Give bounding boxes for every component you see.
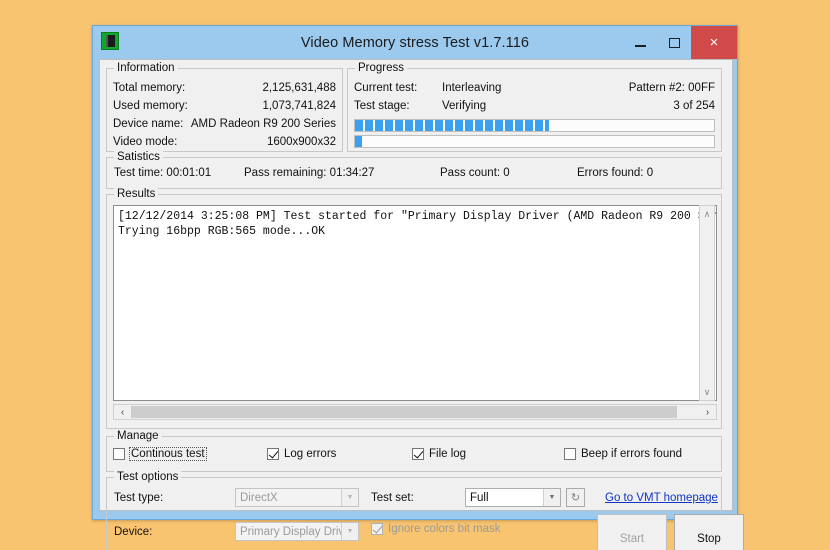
checkbox-file-log-label: File log xyxy=(429,448,466,460)
scroll-up-icon[interactable]: ∧ xyxy=(700,207,714,221)
close-button[interactable]: × xyxy=(691,26,737,59)
progress-bar-secondary-fill xyxy=(355,136,362,147)
checkbox-continous-test[interactable]: Continous test xyxy=(113,448,206,460)
checkbox-box[interactable] xyxy=(564,448,576,460)
device-label: Device: xyxy=(114,526,152,538)
test-type-value: DirectX xyxy=(236,492,341,504)
device-name-value: AMD Radeon R9 200 Series xyxy=(191,118,336,130)
current-test-value: Interleaving xyxy=(442,82,501,94)
test-set-label: Test set: xyxy=(371,492,414,504)
checkbox-ignore-colors-label: Ignore colors bit mask xyxy=(388,523,501,535)
test-options-group: Test options Test type: DirectX ▼ Test s… xyxy=(106,477,722,550)
test-type-label: Test type: xyxy=(114,492,163,504)
test-time-stat: Test time: 00:01:01 xyxy=(114,167,211,179)
stop-button[interactable]: Stop xyxy=(674,514,744,550)
refresh-button[interactable]: ↻ xyxy=(566,488,585,507)
device-value: Primary Display Driv xyxy=(236,526,341,538)
progress-bar-primary xyxy=(354,119,715,132)
results-log-textarea[interactable]: [12/12/2014 3:25:08 PM] Test started for… xyxy=(113,205,717,401)
checkbox-log-errors-label: Log errors xyxy=(284,448,336,460)
errors-found-value: 0 xyxy=(647,167,653,179)
pass-remaining-stat: Pass remaining: 01:34:27 xyxy=(244,167,374,179)
current-test-row: Current test: Interleaving Pattern #2: 0… xyxy=(354,81,715,98)
errors-found-stat: Errors found: 0 xyxy=(577,167,653,179)
chevron-down-icon[interactable]: ▼ xyxy=(341,523,358,540)
pass-count-label: Pass count: xyxy=(440,167,500,179)
total-memory-value: 2,125,631,488 xyxy=(262,82,336,94)
test-options-legend: Test options xyxy=(114,471,181,483)
test-stage-value: Verifying xyxy=(442,100,486,112)
checkbox-box[interactable] xyxy=(267,448,279,460)
information-legend: Information xyxy=(114,62,178,74)
checkbox-box[interactable] xyxy=(113,448,125,460)
manage-legend: Manage xyxy=(114,430,162,442)
test-set-value: Full xyxy=(466,492,543,504)
progress-group: Progress Current test: Interleaving Patt… xyxy=(347,68,722,152)
checkbox-ignore-colors-bit-mask[interactable]: Ignore colors bit mask xyxy=(371,523,501,535)
progress-legend: Progress xyxy=(355,62,407,74)
scroll-right-icon[interactable]: › xyxy=(700,405,715,419)
video-mode-value: 1600x900x32 xyxy=(267,136,336,148)
pass-count-stat: Pass count: 0 xyxy=(440,167,510,179)
results-horizontal-scrollbar[interactable]: ‹ › xyxy=(113,404,717,420)
current-test-label: Current test: xyxy=(354,82,417,94)
device-combobox[interactable]: Primary Display Driv ▼ xyxy=(235,522,359,541)
table-row: Video mode: 1600x900x32 xyxy=(113,135,336,152)
start-button[interactable]: Start xyxy=(597,514,667,550)
chevron-down-icon[interactable]: ▼ xyxy=(543,489,560,506)
results-group: Results [12/12/2014 3:25:08 PM] Test sta… xyxy=(106,194,722,429)
results-legend: Results xyxy=(114,188,158,200)
information-group: Information Total memory: 2,125,631,488 … xyxy=(106,68,343,152)
window-controls: × xyxy=(623,26,737,59)
app-window: Video Memory stress Test v1.7.116 × Info… xyxy=(92,25,738,520)
client-area: Information Total memory: 2,125,631,488 … xyxy=(99,59,733,511)
errors-found-label: Errors found: xyxy=(577,167,643,179)
checkbox-log-errors[interactable]: Log errors xyxy=(267,448,336,460)
chevron-down-icon[interactable]: ▼ xyxy=(341,489,358,506)
checkbox-box[interactable] xyxy=(412,448,424,460)
page-background: Video Memory stress Test v1.7.116 × Info… xyxy=(0,0,830,550)
manage-group: Manage Continous test Log errors File lo… xyxy=(106,436,722,472)
vmt-app-icon xyxy=(101,32,119,50)
progress-bar-primary-fill xyxy=(355,120,549,131)
pass-count-value: 0 xyxy=(503,167,509,179)
pass-remaining-value: 01:34:27 xyxy=(330,167,375,179)
minimize-button[interactable] xyxy=(623,26,657,59)
title-bar[interactable]: Video Memory stress Test v1.7.116 × xyxy=(93,26,737,59)
checkbox-continous-test-label: Continous test xyxy=(130,448,206,460)
vmt-homepage-link[interactable]: Go to VMT homepage xyxy=(605,492,718,504)
pass-remaining-label: Pass remaining: xyxy=(244,167,326,179)
checkbox-beep-label: Beep if errors found xyxy=(581,448,682,460)
table-row: Total memory: 2,125,631,488 xyxy=(113,81,336,98)
statistics-group: Satistics Test time: 00:01:01 Pass remai… xyxy=(106,157,722,189)
checkbox-box[interactable] xyxy=(371,523,383,535)
video-mode-label: Video mode: xyxy=(113,136,177,148)
progress-bar-secondary xyxy=(354,135,715,148)
pattern-value: Pattern #2: 00FF xyxy=(629,82,715,94)
statistics-legend: Satistics xyxy=(114,151,163,163)
results-vertical-scrollbar[interactable]: ∧ ∨ xyxy=(699,205,715,401)
results-log-text: [12/12/2014 3:25:08 PM] Test started for… xyxy=(114,206,716,242)
checkbox-file-log[interactable]: File log xyxy=(412,448,466,460)
total-memory-label: Total memory: xyxy=(113,82,185,94)
test-stage-label: Test stage: xyxy=(354,100,410,112)
checkbox-beep-if-errors-found[interactable]: Beep if errors found xyxy=(564,448,682,460)
pass-counter-value: 3 of 254 xyxy=(673,100,715,112)
test-set-combobox[interactable]: Full ▼ xyxy=(465,488,561,507)
maximize-button[interactable] xyxy=(657,26,691,59)
used-memory-label: Used memory: xyxy=(113,100,188,112)
scroll-left-icon[interactable]: ‹ xyxy=(115,405,130,419)
table-row: Used memory: 1,073,741,824 xyxy=(113,99,336,116)
test-type-combobox[interactable]: DirectX ▼ xyxy=(235,488,359,507)
scrollbar-thumb[interactable] xyxy=(131,406,677,418)
test-time-label: Test time: xyxy=(114,167,163,179)
used-memory-value: 1,073,741,824 xyxy=(262,100,336,112)
device-name-label: Device name: xyxy=(113,118,183,130)
scroll-down-icon[interactable]: ∨ xyxy=(700,385,714,399)
table-row: Device name: AMD Radeon R9 200 Series xyxy=(113,117,336,134)
test-time-value: 00:01:01 xyxy=(166,167,211,179)
test-stage-row: Test stage: Verifying 3 of 254 xyxy=(354,99,715,116)
